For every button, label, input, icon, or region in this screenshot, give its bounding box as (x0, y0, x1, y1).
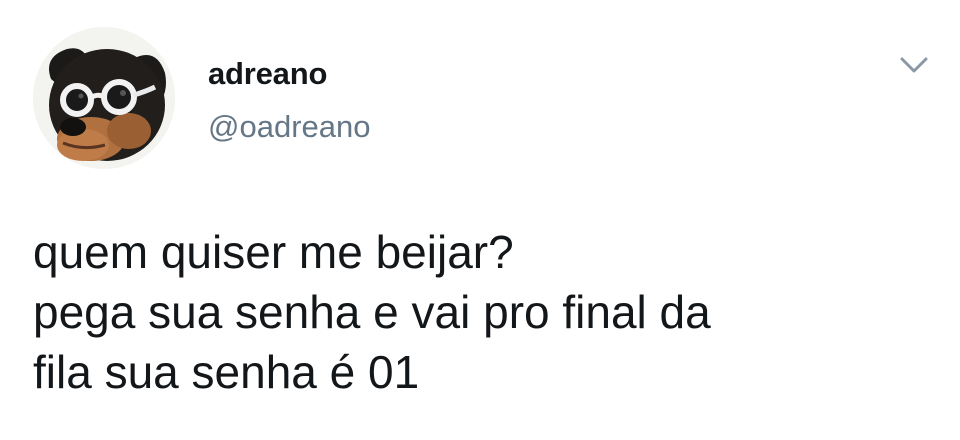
avatar[interactable] (33, 27, 175, 169)
tweet-text-line: fila sua senha é 01 (33, 346, 420, 398)
tweet-card: adreano @oadreano quem quiser me beijar?… (0, 0, 960, 440)
tweet-text-line: quem quiser me beijar? (33, 226, 514, 278)
author-handle[interactable]: @oadreano (208, 109, 370, 145)
tweet-text-line: pega sua senha e vai pro final da (33, 286, 711, 338)
dog-avatar-image (33, 27, 175, 169)
chevron-down-icon[interactable] (896, 50, 932, 78)
author-display-name[interactable]: adreano (208, 56, 327, 92)
tweet-text: quem quiser me beijar? pega sua senha e … (33, 222, 933, 402)
